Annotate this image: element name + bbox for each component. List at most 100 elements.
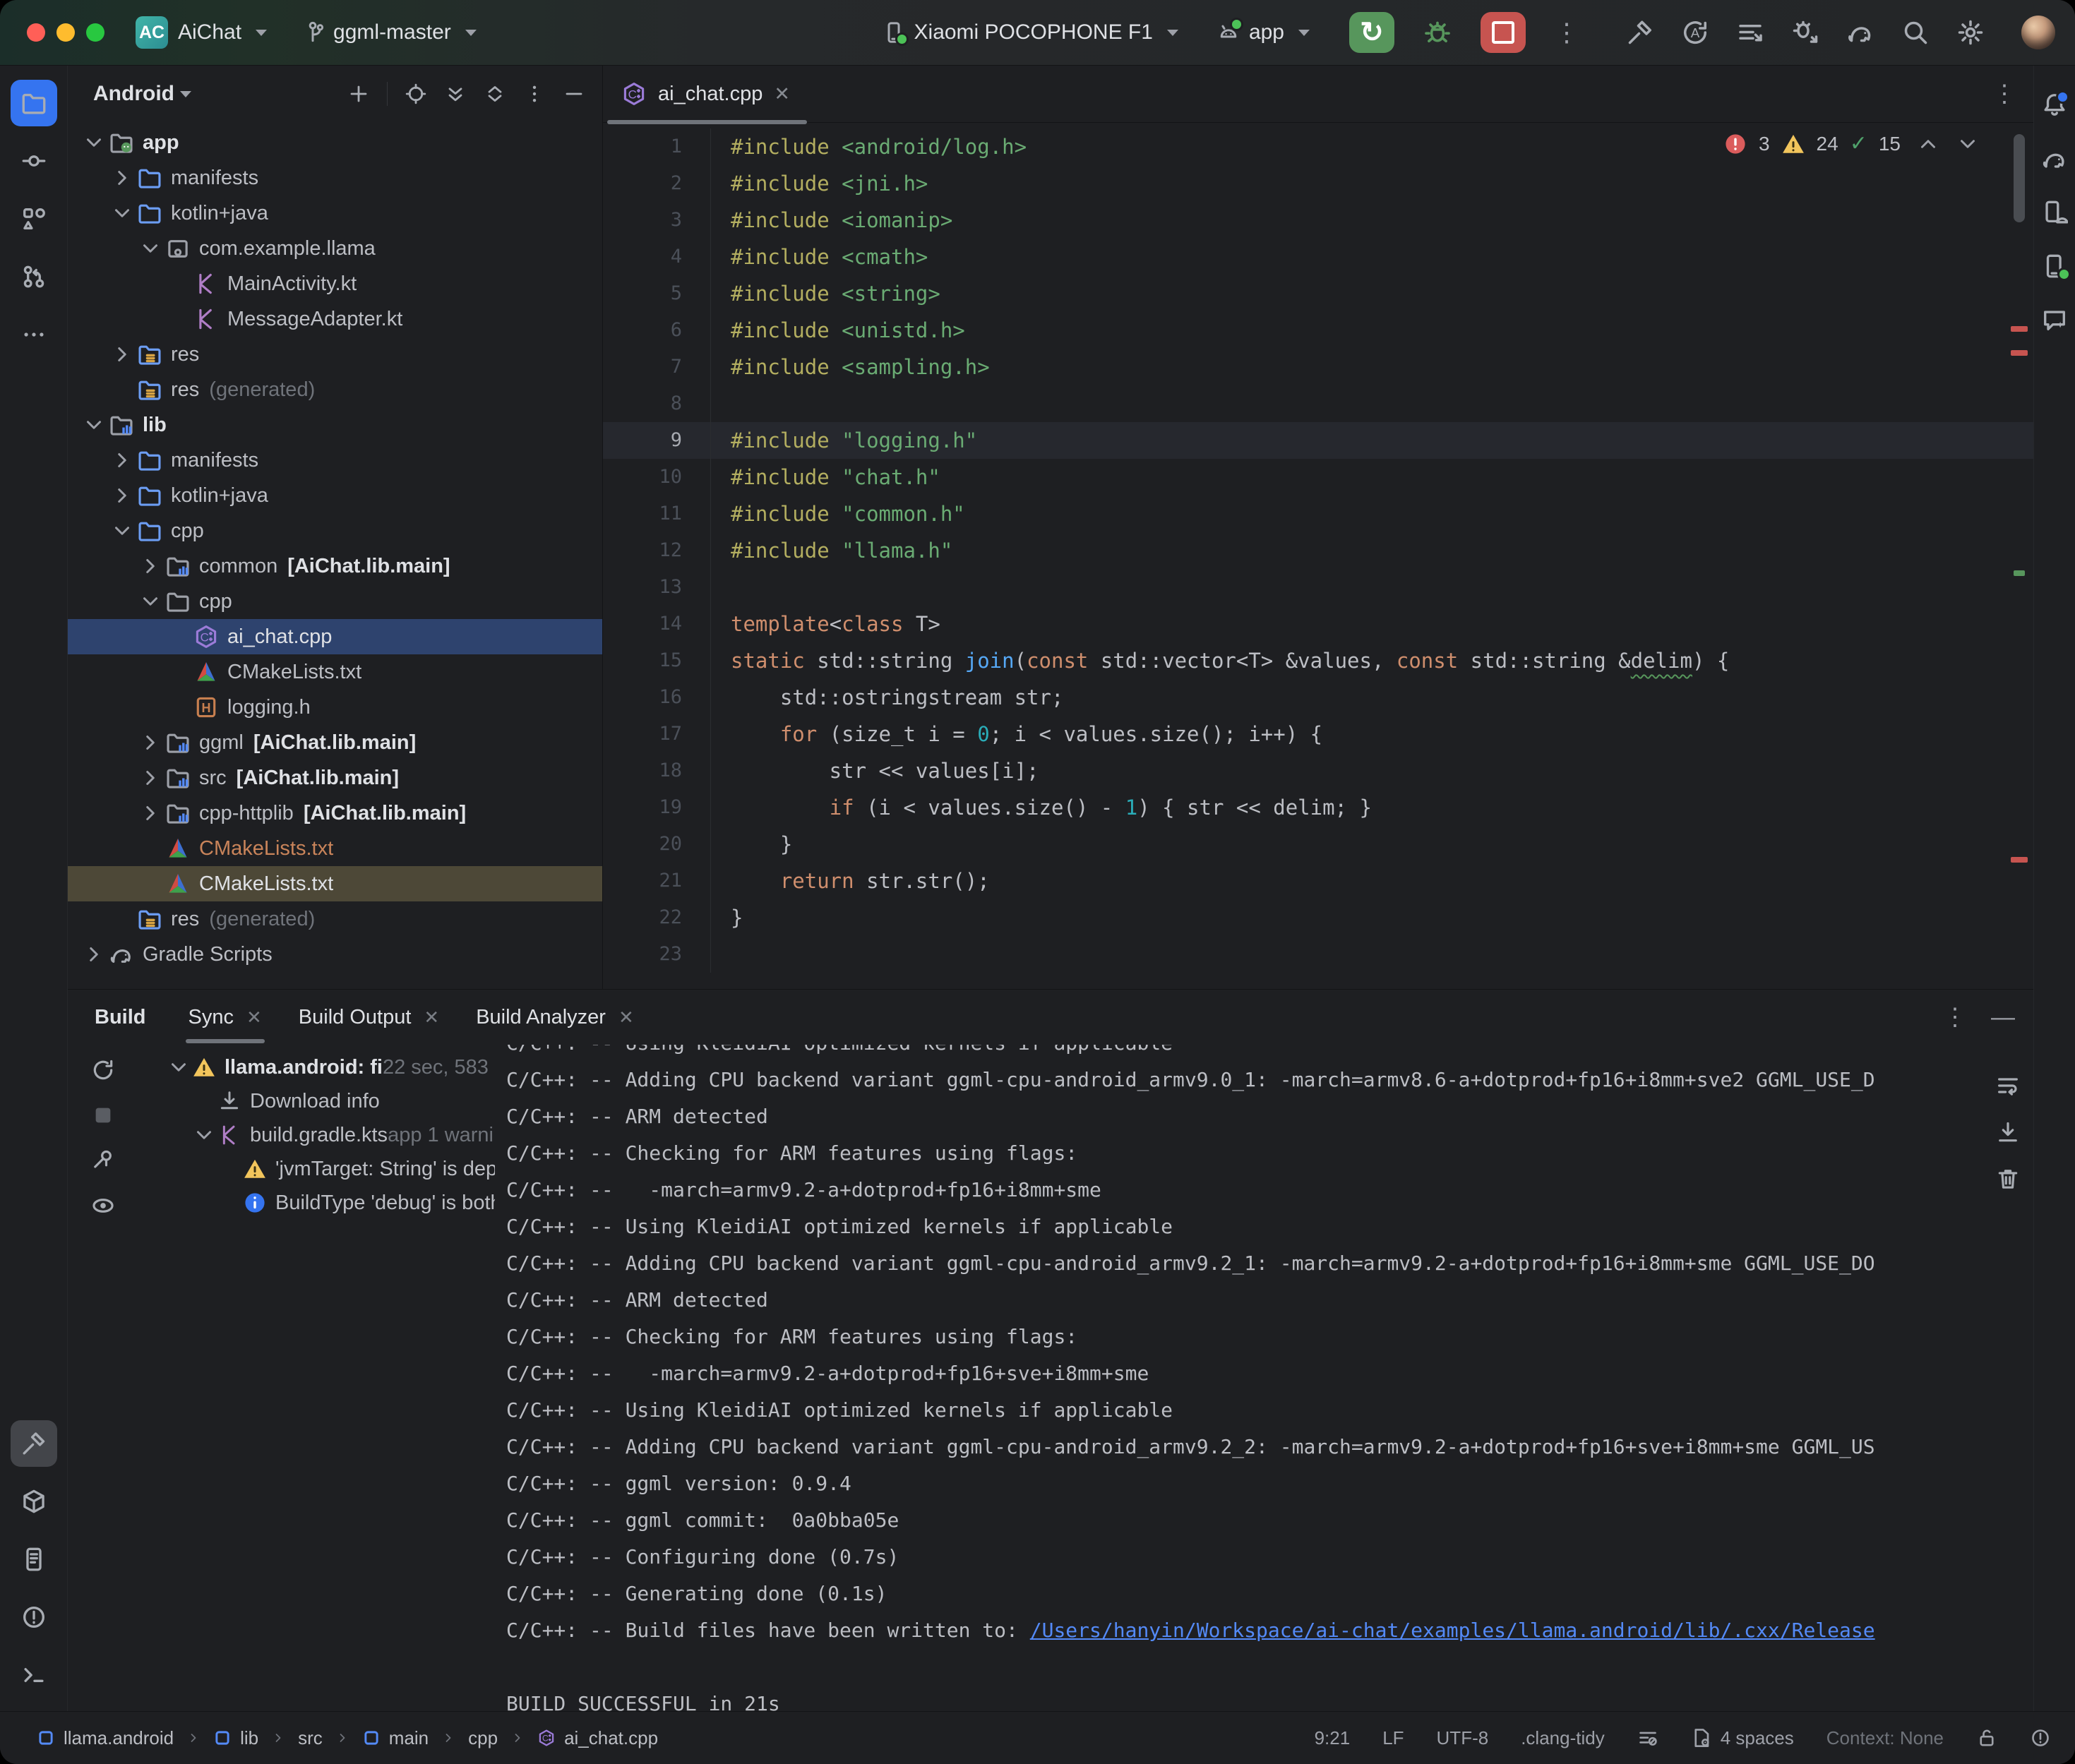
tree-item-gradle-scripts[interactable]: Gradle Scripts xyxy=(68,937,602,972)
code-line[interactable]: 5#include <string> xyxy=(603,275,2033,312)
more-tools[interactable] xyxy=(11,311,57,358)
expand-all-icon[interactable] xyxy=(444,83,467,105)
chevron-right-icon[interactable] xyxy=(110,484,134,508)
chevron-right-icon[interactable] xyxy=(110,166,134,190)
hide-panel-icon[interactable] xyxy=(563,83,585,105)
tree-item-cmakelists-txt[interactable]: CMakeLists.txt xyxy=(68,654,602,690)
run-button[interactable]: ↻ xyxy=(1349,12,1394,53)
tree-item-common[interactable]: common[AiChat.lib.main] xyxy=(68,548,602,584)
tree-item-manifests[interactable]: manifests xyxy=(68,160,602,196)
tree-item-ggml[interactable]: ggml[AiChat.lib.main] xyxy=(68,725,602,760)
context-indicator[interactable]: Context: None xyxy=(1826,1727,1944,1749)
code-line[interactable]: 23 xyxy=(603,936,2033,973)
tree-item-kotlin-java[interactable]: kotlin+java xyxy=(68,196,602,231)
clear-all-icon[interactable] xyxy=(1995,1166,2021,1192)
chevron-right-icon[interactable] xyxy=(138,731,162,755)
more-run-actions-button[interactable]: ⋮ xyxy=(1554,18,1579,47)
build-console[interactable]: C/C++: -- Using KleidiAI optimized kerne… xyxy=(495,1045,2033,1711)
editor-options-button[interactable]: ⋮ xyxy=(1992,80,2016,108)
tree-item-cmakelists-txt[interactable]: CMakeLists.txt xyxy=(68,866,602,901)
chevron-down-icon[interactable] xyxy=(110,519,134,543)
tree-item-res[interactable]: res(generated) xyxy=(68,901,602,937)
device-explorer-tool[interactable] xyxy=(11,1536,57,1583)
sync-project-icon[interactable] xyxy=(1846,18,1874,47)
editor-scrollbar[interactable] xyxy=(2014,134,2025,222)
code-line[interactable]: 18 str << values[i]; xyxy=(603,752,2033,789)
search-everywhere-icon[interactable] xyxy=(1901,18,1930,47)
code-line[interactable]: 2#include <jni.h> xyxy=(603,165,2033,202)
build-tab-build-analyzer[interactable]: Build Analyzer✕ xyxy=(458,990,652,1045)
running-devices-tool[interactable] xyxy=(2037,246,2072,286)
next-problem-button[interactable] xyxy=(1956,132,1980,156)
console-link[interactable]: /Users/hanyin/Workspace/ai-chat/examples… xyxy=(1030,1619,1875,1642)
breadcrumb-item-src[interactable]: src xyxy=(298,1727,323,1749)
close-icon[interactable]: ✕ xyxy=(246,1007,262,1028)
line-ending[interactable]: LF xyxy=(1382,1727,1404,1749)
indent-setting[interactable]: 4 spaces xyxy=(1691,1727,1794,1749)
build-tool[interactable] xyxy=(11,1420,57,1467)
breadcrumb-item-cpp[interactable]: cpp xyxy=(468,1727,498,1749)
inspections-toggle-icon[interactable] xyxy=(1637,1727,1658,1748)
code-line[interactable]: 10#include "chat.h" xyxy=(603,459,2033,496)
tree-item-com-example-llama[interactable]: com.example.llama xyxy=(68,231,602,266)
close-icon[interactable]: ✕ xyxy=(424,1007,439,1028)
error-stripe-mark[interactable] xyxy=(2011,857,2028,863)
caret-position[interactable]: 9:21 xyxy=(1315,1727,1351,1749)
gradle-tool[interactable] xyxy=(2037,139,2072,179)
chevron-right-icon[interactable] xyxy=(82,942,106,966)
lock-icon[interactable] xyxy=(1976,1727,1997,1748)
tree-item-kotlin-java[interactable]: kotlin+java xyxy=(68,478,602,513)
code-line[interactable]: 12#include "llama.h" xyxy=(603,532,2033,569)
breadcrumb-item-llama-android[interactable]: llama.android xyxy=(37,1727,174,1749)
device-manager-tool[interactable] xyxy=(2037,193,2072,232)
pin-tab-icon[interactable] xyxy=(90,1148,116,1173)
close-window-button[interactable] xyxy=(27,23,45,42)
branch-selector[interactable]: ggml-master xyxy=(301,20,477,44)
code-line[interactable]: 7#include <sampling.h> xyxy=(603,349,2033,385)
sync-tree-item[interactable]: llama.android: fi 22 sec, 583 ms xyxy=(138,1050,495,1084)
device-mirroring-icon[interactable] xyxy=(1736,18,1764,47)
code-line[interactable]: 22} xyxy=(603,899,2033,936)
tree-item-manifests[interactable]: manifests xyxy=(68,443,602,478)
chevron-down-icon[interactable] xyxy=(110,201,134,225)
tree-item-lib[interactable]: lib xyxy=(68,407,602,443)
scroll-to-end-icon[interactable] xyxy=(1995,1120,2021,1145)
code-line[interactable]: 4#include <cmath> xyxy=(603,239,2033,275)
tree-item-cpp[interactable]: cpp xyxy=(68,513,602,548)
sync-tree-item[interactable]: BuildType 'debug' is both de xyxy=(138,1186,495,1220)
sync-tree-item[interactable]: 'jvmTarget: String' is deprec xyxy=(138,1152,495,1186)
close-icon[interactable]: ✕ xyxy=(618,1007,634,1028)
build-options-button[interactable]: ⋮ xyxy=(1943,1003,1967,1031)
tree-item-res[interactable]: res xyxy=(68,337,602,372)
re-sync-icon[interactable] xyxy=(90,1057,116,1083)
sync-tree-item[interactable]: build.gradle.kts app 1 warning xyxy=(138,1118,495,1152)
soft-wrap-icon[interactable] xyxy=(1995,1073,2021,1098)
project-view-selector[interactable]: Android xyxy=(93,82,174,106)
gemini-tool[interactable] xyxy=(2037,300,2072,340)
tree-item-app[interactable]: app xyxy=(68,125,602,160)
event-log-icon[interactable] xyxy=(2030,1727,2051,1748)
tree-item-ai-chat-cpp[interactable]: Cai_chat.cpp xyxy=(68,619,602,654)
sync-tree-item[interactable]: Download info xyxy=(138,1084,495,1118)
code-line[interactable]: 11#include "common.h" xyxy=(603,496,2033,532)
chevron-right-icon[interactable] xyxy=(138,554,162,578)
prev-problem-button[interactable] xyxy=(1916,132,1940,156)
options-icon[interactable] xyxy=(523,83,546,105)
chevron-down-icon[interactable] xyxy=(138,589,162,613)
code-line[interactable]: 14template<class T> xyxy=(603,606,2033,642)
file-encoding[interactable]: UTF-8 xyxy=(1437,1727,1489,1749)
profiler-icon[interactable]: A xyxy=(1681,18,1709,47)
project-selector[interactable]: AiChat xyxy=(178,20,267,44)
code-line[interactable]: 6#include <unistd.h> xyxy=(603,312,2033,349)
minimize-window-button[interactable] xyxy=(56,23,75,42)
code-line[interactable]: 19 if (i < values.size() - 1) { str << d… xyxy=(603,789,2033,826)
attach-debugger-icon[interactable] xyxy=(1791,18,1819,47)
structure-tool[interactable] xyxy=(11,196,57,242)
stop-disabled-icon[interactable] xyxy=(90,1103,116,1128)
code-line[interactable]: 17 for (size_t i = 0; i < values.size();… xyxy=(603,716,2033,752)
chevron-down-icon[interactable] xyxy=(138,236,162,260)
breadcrumb-item-ai-chat-cpp[interactable]: Cai_chat.cpp xyxy=(537,1727,658,1749)
code-line[interactable]: 3#include <iomanip> xyxy=(603,202,2033,239)
code-line[interactable]: 9#include "logging.h" xyxy=(603,422,2033,459)
pull-requests-tool[interactable] xyxy=(11,253,57,300)
